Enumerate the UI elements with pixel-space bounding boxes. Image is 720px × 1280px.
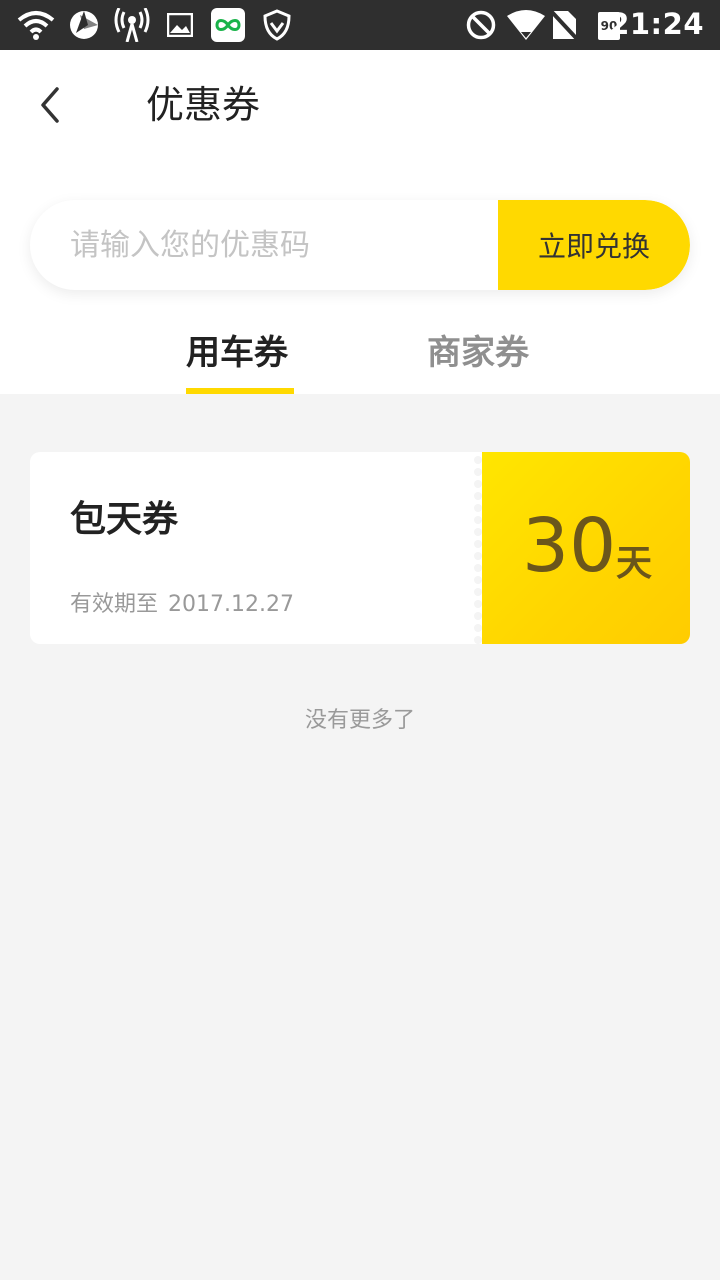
coupon-unit: 天 <box>616 543 653 584</box>
tab-label: 商家券 <box>427 333 529 373</box>
status-time: 21:24 <box>609 7 704 41</box>
coupon-info: 包天券 有效期至 2017.12.27 <box>30 452 476 644</box>
coupon-card[interactable]: 包天券 有效期至 2017.12.27 30 天 <box>30 452 690 644</box>
back-button[interactable] <box>24 80 74 130</box>
tab-active-indicator <box>186 388 294 394</box>
do-not-disturb-icon <box>464 8 498 42</box>
tab-car-coupons[interactable]: 用车券 <box>186 328 294 394</box>
tab-label: 用车券 <box>186 333 288 373</box>
page-title: 优惠券 <box>146 83 261 127</box>
aperture-icon <box>66 8 102 42</box>
app-infinity-icon <box>210 8 246 42</box>
wifi-icon <box>16 8 56 42</box>
image-icon <box>166 8 194 42</box>
no-more-text: 没有更多了 <box>304 708 415 733</box>
coupon-value: 30 <box>522 503 617 589</box>
coupon-code-input[interactable] <box>30 200 498 290</box>
no-sim-icon <box>548 8 580 42</box>
status-bar: 90 21:24 <box>0 0 720 50</box>
header: 优惠券 立即兑换 用车券 商家券 <box>0 50 720 394</box>
expiry-label: 有效期至 <box>70 592 159 617</box>
wifi-signal-icon <box>506 8 546 42</box>
chevron-left-icon <box>41 87 59 123</box>
expiry-date: 2017.12.27 <box>168 592 294 617</box>
redeem-bar: 立即兑换 <box>30 200 690 290</box>
coupon-expiry: 有效期至 2017.12.27 <box>70 586 294 618</box>
tab-merchant-coupons[interactable]: 商家券 <box>427 328 529 394</box>
shield-icon <box>260 8 294 42</box>
redeem-button[interactable]: 立即兑换 <box>498 200 690 290</box>
coupon-value-panel: 30 天 <box>482 452 690 644</box>
coupon-name: 包天券 <box>70 499 179 540</box>
hotspot-icon <box>112 8 152 42</box>
